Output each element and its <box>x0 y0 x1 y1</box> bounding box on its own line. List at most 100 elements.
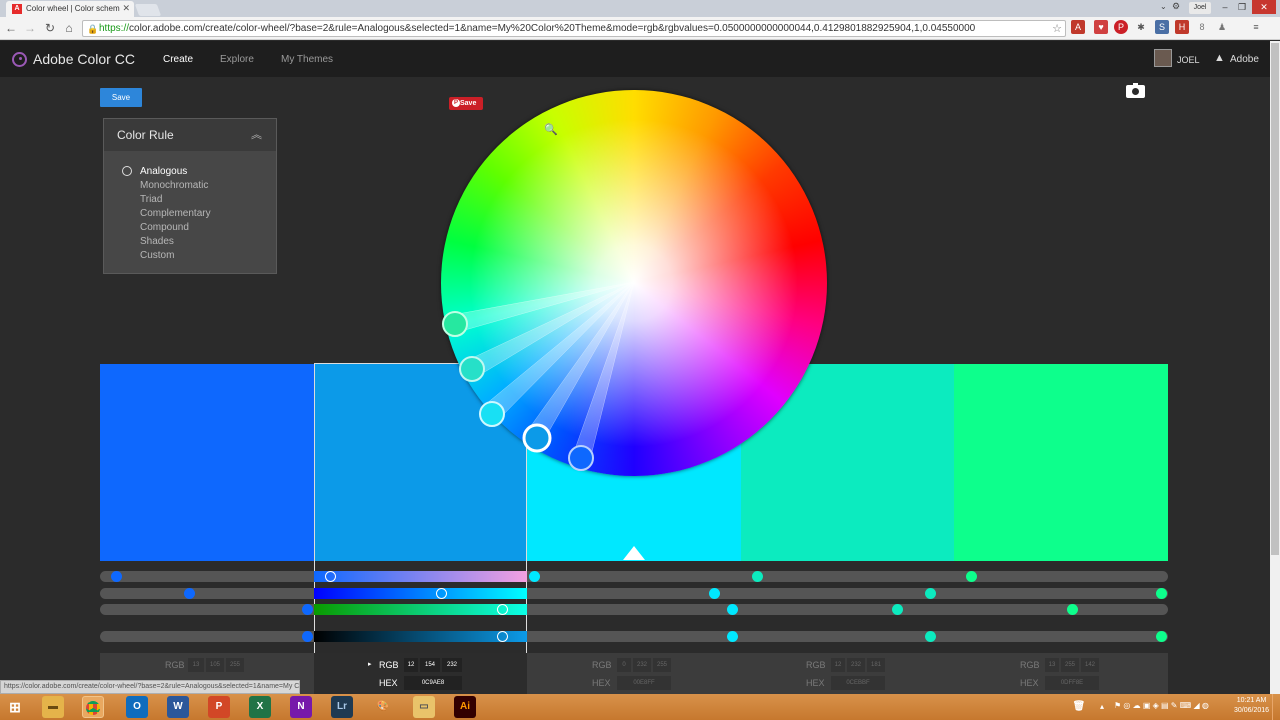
knob-3-b[interactable] <box>727 604 738 615</box>
slider-track-2[interactable] <box>100 588 1168 599</box>
r-value-3[interactable]: 0 <box>617 658 631 672</box>
nav-explore[interactable]: Explore <box>220 54 254 65</box>
brightness-slider-gradient[interactable] <box>314 631 527 642</box>
knob-4-b[interactable] <box>892 604 903 615</box>
back-icon[interactable]: ← <box>4 21 18 35</box>
swatch-1[interactable] <box>100 364 314 561</box>
knob-1-g[interactable] <box>184 588 195 599</box>
excel-icon[interactable]: X <box>249 696 271 718</box>
knob-4-r[interactable] <box>752 571 763 582</box>
avatar[interactable] <box>1154 49 1172 67</box>
knob-1-r[interactable] <box>111 571 122 582</box>
pocket-extension-icon[interactable]: ♥ <box>1094 20 1108 34</box>
knob-4-brightness[interactable] <box>925 631 936 642</box>
camera-icon[interactable] <box>1126 83 1145 98</box>
home-icon[interactable]: ⌂ <box>62 21 76 35</box>
save-button[interactable]: Save <box>100 88 142 107</box>
onenote-icon[interactable]: N <box>290 696 312 718</box>
tray-icons[interactable]: ⚑ ◎ ☁ ▣ ◈ ▤ ✎ ⌨ ◢ ◍ <box>1114 701 1209 710</box>
powerpoint-icon[interactable]: P <box>208 696 230 718</box>
recycle-bin-icon[interactable]: 🗑 <box>1068 696 1090 718</box>
slider-track-4[interactable] <box>100 631 1168 642</box>
new-tab-button[interactable] <box>134 4 162 16</box>
browser-tab[interactable]: A Color wheel | Color schem ✕ <box>6 1 134 17</box>
pinterest-save-button[interactable]: Save <box>449 97 483 110</box>
rule-complementary[interactable]: Complementary <box>140 208 211 219</box>
chevron-down-icon[interactable]: ⌄ <box>1160 2 1167 11</box>
rule-monochromatic[interactable]: Monochromatic <box>140 180 208 191</box>
menu-icon[interactable]: ≡ <box>1249 20 1263 34</box>
b-value-2[interactable]: 232 <box>442 658 462 672</box>
knob-2-r[interactable] <box>325 571 336 582</box>
misc-extension-icon[interactable]: ♟ <box>1215 20 1229 34</box>
pinterest-extension-icon[interactable]: P <box>1114 20 1128 34</box>
knob-3-g[interactable] <box>709 588 720 599</box>
knob-4-g[interactable] <box>925 588 936 599</box>
rule-analogous[interactable]: Analogous <box>140 166 187 177</box>
rule-shades[interactable]: Shades <box>140 236 174 247</box>
r-value-1[interactable]: 13 <box>188 658 204 672</box>
bookmark-star-icon[interactable]: ☆ <box>1052 22 1062 35</box>
hex-value-4[interactable]: 0CEBBF <box>831 676 885 690</box>
knob-5-g[interactable] <box>1156 588 1167 599</box>
knob-5-brightness[interactable] <box>1156 631 1167 642</box>
scrollbar-thumb[interactable] <box>1271 43 1279 555</box>
b-slider-gradient[interactable] <box>314 604 527 615</box>
bug-extension-icon[interactable]: ✱ <box>1134 20 1148 34</box>
forward-icon[interactable]: → <box>23 21 37 35</box>
illustrator-icon[interactable]: Ai <box>454 696 476 718</box>
g-value-1[interactable]: 105 <box>206 658 224 672</box>
h-extension-icon[interactable]: H <box>1175 20 1189 34</box>
maximize-icon[interactable]: ❐ <box>1234 0 1250 14</box>
adobe-logo-icon[interactable]: ▲ <box>1214 52 1225 64</box>
slider-track-3[interactable] <box>100 604 1168 615</box>
b-value-3[interactable]: 255 <box>653 658 671 672</box>
folder-icon[interactable]: ▭ <box>413 696 435 718</box>
adobe-link[interactable]: Adobe <box>1230 54 1259 65</box>
r-value-2[interactable]: 12 <box>404 658 418 672</box>
user-name[interactable]: JOEL <box>1177 55 1200 65</box>
chrome-icon[interactable] <box>82 696 104 718</box>
knob-1-brightness[interactable] <box>302 631 313 642</box>
wheel-handles[interactable] <box>430 280 650 480</box>
g-value-3[interactable]: 232 <box>633 658 651 672</box>
start-button-icon[interactable]: ⊞ <box>4 696 26 718</box>
g-value-4[interactable]: 232 <box>847 658 865 672</box>
hex-value-2[interactable]: 0C9AE8 <box>404 676 462 690</box>
b-value-4[interactable]: 181 <box>867 658 885 672</box>
settings-icon[interactable]: ⚙ <box>1172 1 1180 12</box>
word-icon[interactable]: W <box>167 696 189 718</box>
address-bar[interactable]: 🔒 https://color.adobe.com/create/color-w… <box>82 20 1066 37</box>
knob-1-b[interactable] <box>302 604 313 615</box>
knob-5-b[interactable] <box>1067 604 1078 615</box>
letter-extension-icon[interactable]: 8 <box>1195 20 1209 34</box>
show-desktop-button[interactable] <box>1272 694 1280 720</box>
file-explorer-icon[interactable]: ▬ <box>42 696 64 718</box>
nav-create[interactable]: Create <box>163 54 193 65</box>
collapse-chevron-icon[interactable]: ︽ <box>251 126 262 142</box>
hex-value-3[interactable]: 00E8FF <box>617 676 671 690</box>
radio-selected-icon[interactable] <box>122 166 132 176</box>
close-tab-icon[interactable]: ✕ <box>122 3 130 14</box>
g-slider-gradient[interactable] <box>314 588 527 599</box>
adobe-color-logo-icon[interactable] <box>12 52 27 67</box>
lightroom-icon[interactable]: Lr <box>331 696 353 718</box>
color-rule-header[interactable]: Color Rule ︽ <box>104 119 276 151</box>
b-value-1[interactable]: 255 <box>226 658 244 672</box>
b-value-5[interactable]: 142 <box>1081 658 1099 672</box>
pdf-extension-icon[interactable]: A <box>1071 20 1085 34</box>
r-value-5[interactable]: 13 <box>1045 658 1059 672</box>
knob-2-g[interactable] <box>436 588 447 599</box>
profile-button[interactable]: Joel <box>1189 2 1211 14</box>
knob-3-r[interactable] <box>529 571 540 582</box>
mode-expand-icon[interactable]: ▸ <box>368 660 372 668</box>
tray-chevron-icon[interactable]: ▴ <box>1100 702 1104 711</box>
r-value-4[interactable]: 12 <box>831 658 845 672</box>
system-clock[interactable]: 10:21 AM 30/06/2016 <box>1234 696 1269 716</box>
r-slider-gradient[interactable] <box>314 571 527 582</box>
s-extension-icon[interactable]: S <box>1155 20 1169 34</box>
minimize-icon[interactable]: – <box>1217 0 1233 14</box>
hex-value-5[interactable]: 0DFF8E <box>1045 676 1099 690</box>
knob-3-brightness[interactable] <box>727 631 738 642</box>
knob-2-brightness[interactable] <box>497 631 508 642</box>
